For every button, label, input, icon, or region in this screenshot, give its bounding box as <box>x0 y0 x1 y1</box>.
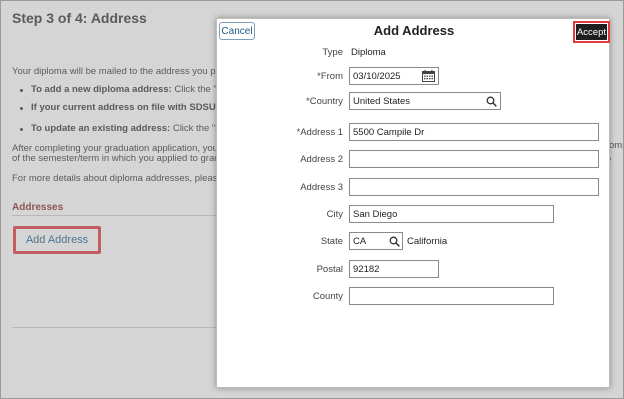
page-frame <box>0 0 624 399</box>
